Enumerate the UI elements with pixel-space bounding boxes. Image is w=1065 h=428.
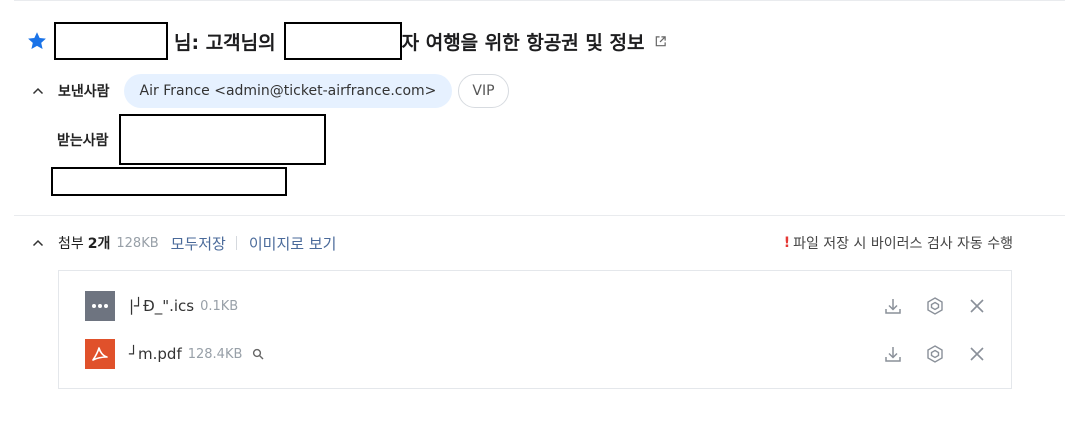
chevron-up-icon[interactable] [30, 83, 46, 99]
close-icon[interactable] [966, 343, 988, 365]
more-dots-icon [85, 291, 115, 321]
attachment-list: |┘Ð_".ics 0.1KB ┘m.pdf 128.4KB [58, 270, 1012, 389]
attachment-label: 첨부 [58, 236, 84, 252]
download-icon[interactable] [882, 295, 904, 317]
view-as-image-link[interactable]: 이미지로 보기 [249, 233, 337, 254]
preview-search-icon[interactable] [252, 348, 264, 360]
attachment-item[interactable]: |┘Ð_".ics 0.1KB [85, 291, 238, 321]
file-name[interactable]: |┘Ð_".ics [129, 297, 194, 315]
attachment-header: 첨부 2개 128KB 모두저장 이미지로 보기 [30, 230, 336, 256]
star-icon[interactable] [26, 30, 48, 52]
redacted-name [54, 22, 168, 60]
link-separator [235, 236, 237, 250]
pdf-icon [85, 339, 115, 369]
mail-subject: 님: 고객님의 자 여행을 위한 항공권 및 정보 [26, 20, 667, 62]
file-size: 0.1KB [200, 298, 239, 314]
virus-scan-notice: ! 파일 저장 시 바이러스 검사 자동 수행 [784, 233, 1013, 253]
vip-button[interactable]: VIP [458, 74, 509, 108]
redacted-recipient-extra [51, 167, 287, 196]
cloud-save-icon[interactable] [924, 343, 946, 365]
section-divider [14, 215, 1065, 216]
external-link-icon[interactable] [654, 35, 667, 48]
file-name[interactable]: ┘m.pdf [129, 345, 182, 363]
close-icon[interactable] [966, 295, 988, 317]
download-icon[interactable] [882, 343, 904, 365]
sender-row: 보낸사람 Air France <admin@ticket-airfrance.… [30, 74, 509, 108]
cloud-save-icon[interactable] [924, 295, 946, 317]
attachment-actions [862, 291, 988, 321]
top-divider [14, 0, 1065, 1]
virus-scan-text: 파일 저장 시 바이러스 검사 자동 수행 [793, 236, 1013, 252]
attachment-item[interactable]: ┘m.pdf 128.4KB [85, 339, 264, 369]
save-all-link[interactable]: 모두저장 [171, 233, 226, 254]
subject-text-part2: 자 여행을 위한 항공권 및 정보 [401, 31, 645, 54]
file-size: 128.4KB [187, 346, 243, 362]
redacted-destination [283, 22, 402, 60]
subject-text-part1: 님: 고객님의 [174, 31, 276, 54]
sender-label: 보낸사람 [58, 84, 110, 100]
warning-mark: ! [783, 235, 791, 251]
attachment-total-size: 128KB [116, 235, 159, 251]
redacted-recipient [118, 114, 326, 165]
chevron-up-icon[interactable] [30, 235, 46, 251]
recipient-row: 받는사람 [57, 114, 326, 165]
attachment-actions [862, 339, 988, 369]
recipient-label: 받는사람 [57, 132, 109, 149]
attachment-count: 2개 [87, 236, 111, 252]
sender-chip[interactable]: Air France <admin@ticket-airfrance.com> [123, 74, 453, 108]
